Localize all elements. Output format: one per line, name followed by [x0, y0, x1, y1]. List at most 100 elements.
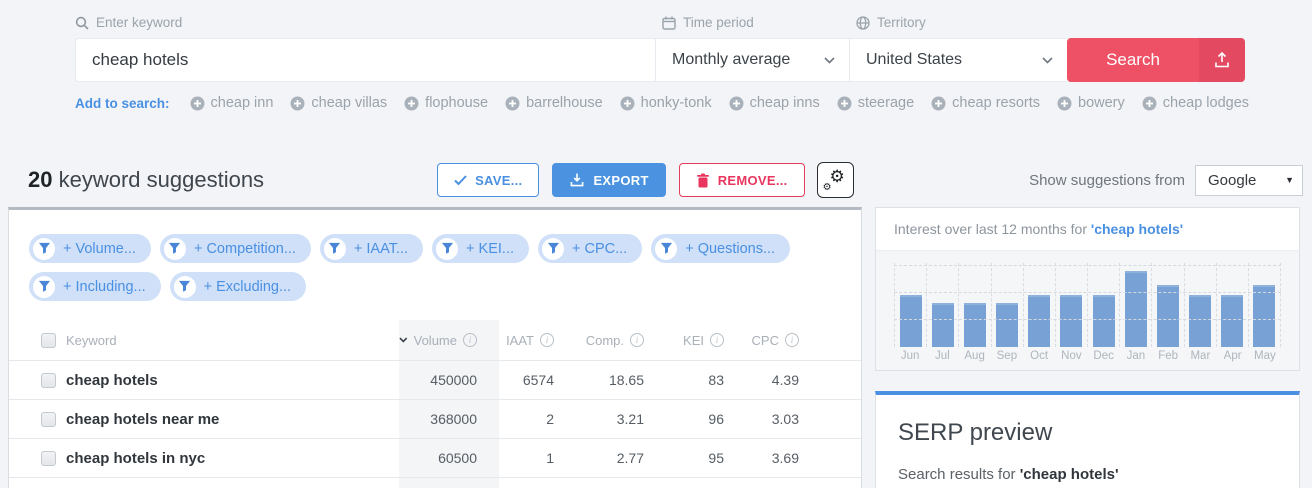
column-header-iaat[interactable]: IAAT i — [499, 320, 554, 360]
chart-bar[interactable] — [1124, 271, 1147, 347]
page-title: 20 keyword suggestions — [28, 167, 265, 192]
chart-bar[interactable] — [1060, 295, 1083, 347]
download-icon — [571, 173, 584, 187]
add-icon — [404, 96, 419, 110]
filter-chip[interactable]: + Volume... — [29, 234, 151, 263]
info-icon[interactable]: i — [463, 333, 477, 347]
table-row[interactable]: cheap hotels near me 368000 2 3.21 96 3.… — [9, 399, 861, 438]
volume-cell: 60500 — [399, 439, 499, 477]
info-icon[interactable]: i — [630, 333, 644, 347]
keyword-cell[interactable]: cheap hotels — [66, 372, 158, 389]
table-row[interactable]: cheap hotels 450000 6574 18.65 83 4.39 — [9, 360, 861, 399]
settings-button[interactable]: ⚙ ⚙ — [816, 162, 854, 198]
volume-cell: 368000 — [399, 400, 499, 438]
keyword-input[interactable] — [75, 38, 655, 82]
search-bar: Enter keyword Time period Territory Mont… — [0, 0, 1312, 112]
add-icon — [505, 96, 520, 110]
add-icon — [290, 96, 305, 110]
filter-icon — [169, 242, 181, 254]
chart-bar[interactable] — [963, 303, 986, 347]
filter-chip[interactable]: + Excluding... — [169, 272, 307, 301]
remove-button[interactable]: REMOVE... — [678, 163, 805, 197]
add-to-search-label: Add to search: — [75, 95, 170, 111]
table-row-partial — [9, 477, 861, 488]
chart-bar[interactable] — [1028, 295, 1051, 347]
chart-bar[interactable] — [1221, 295, 1244, 347]
chart-bar[interactable] — [899, 295, 922, 347]
chart-column — [1087, 263, 1119, 347]
chart-month-label: Feb — [1158, 350, 1179, 362]
keyword-suggestion-chip[interactable]: cheap resorts — [931, 95, 1040, 111]
gear-small-icon: ⚙ — [822, 182, 832, 193]
add-icon — [620, 96, 635, 110]
chart-month-label: Aug — [964, 350, 985, 362]
chart-column — [1247, 263, 1282, 347]
column-header-cpc[interactable]: CPC i — [724, 320, 809, 360]
interest-chart-plot — [894, 263, 1282, 347]
serp-preview-subtitle: Search results for 'cheap hotels' — [898, 466, 1119, 483]
keyword-suggestion-chip[interactable]: barrelhouse — [505, 95, 603, 111]
filter-chip[interactable]: + IAAT... — [319, 234, 424, 263]
keyword-cell[interactable]: cheap hotels near me — [66, 411, 219, 428]
filter-chip[interactable]: + Questions... — [651, 234, 791, 263]
filter-chip[interactable]: + KEI... — [432, 234, 530, 263]
territory-select[interactable]: United States — [849, 38, 1067, 82]
chart-bar[interactable] — [1189, 295, 1212, 347]
column-header-kei[interactable]: KEI i — [644, 320, 724, 360]
filter-chip[interactable]: + Competition... — [159, 234, 311, 263]
row-checkbox[interactable] — [41, 411, 56, 427]
add-to-search-row: Add to search: cheap inn cheap villas fl… — [75, 94, 1312, 112]
chart-bar[interactable] — [931, 303, 954, 347]
iaat-cell: 2 — [546, 411, 554, 427]
keyword-cell[interactable]: cheap hotels in nyc — [66, 450, 205, 467]
keyword-suggestion-chip[interactable]: cheap inn — [190, 95, 273, 111]
chart-column — [958, 263, 990, 347]
info-icon[interactable]: i — [710, 333, 724, 347]
column-header-keyword[interactable]: Keyword — [66, 320, 399, 360]
keyword-suggestion-chip[interactable]: cheap villas — [290, 95, 387, 111]
row-checkbox[interactable] — [41, 450, 56, 466]
export-button[interactable]: EXPORT — [552, 163, 666, 197]
table-row[interactable]: cheap hotels in nyc 60500 1 2.77 95 3.69 — [9, 438, 861, 477]
source-select[interactable]: Google ▼ — [1195, 164, 1303, 196]
time-period-select[interactable]: Monthly average — [655, 38, 849, 82]
chart-month-label: Jul — [935, 350, 950, 362]
row-checkbox[interactable] — [41, 372, 56, 388]
keyword-suggestion-chip[interactable]: flophouse — [404, 95, 488, 111]
select-all-checkbox[interactable] — [41, 332, 56, 348]
info-icon[interactable]: i — [785, 333, 799, 347]
keywords-table: Keyword Volume i IAAT i Comp. i KEI i CPC i … — [9, 320, 861, 488]
chart-bar[interactable] — [1092, 295, 1115, 347]
chart-bar[interactable] — [996, 303, 1019, 347]
select-arrow-icon: ▼ — [1285, 175, 1294, 185]
info-icon[interactable]: i — [540, 333, 554, 347]
kei-cell: 83 — [708, 372, 724, 388]
iaat-cell: 1 — [546, 450, 554, 466]
search-button[interactable]: Search — [1067, 38, 1199, 82]
keyword-suggestion-chip[interactable]: cheap lodges — [1142, 95, 1249, 111]
globe-icon — [856, 15, 870, 30]
show-suggestions-label: Show suggestions from — [1029, 171, 1185, 189]
add-icon — [931, 96, 946, 110]
add-icon — [190, 96, 205, 110]
chart-column — [1183, 263, 1216, 347]
filter-chip[interactable]: + CPC... — [538, 234, 643, 263]
column-header-volume[interactable]: Volume i — [399, 320, 499, 360]
chart-bar[interactable] — [1156, 285, 1179, 347]
chart-month-label: Oct — [1030, 350, 1049, 362]
chart-month-label: Nov — [1061, 350, 1082, 362]
column-header-comp[interactable]: Comp. i — [554, 320, 644, 360]
keyword-suggestion-chip[interactable]: steerage — [837, 95, 914, 111]
keyword-suggestion-chip[interactable]: cheap inns — [729, 95, 820, 111]
save-button[interactable]: SAVE... — [437, 163, 540, 197]
chevron-down-icon — [824, 56, 835, 64]
chart-month-label: Jan — [1126, 350, 1146, 362]
chart-month-label: Jun — [900, 350, 920, 362]
chart-month-label: Apr — [1223, 350, 1242, 362]
filter-chip[interactable]: + Including... — [29, 272, 161, 301]
upload-button[interactable] — [1199, 38, 1245, 82]
keyword-suggestion-chip[interactable]: bowery — [1057, 95, 1125, 111]
trash-icon — [696, 173, 709, 187]
keyword-suggestion-chip[interactable]: honky-tonk — [620, 95, 712, 111]
chart-bar[interactable] — [1253, 285, 1276, 347]
